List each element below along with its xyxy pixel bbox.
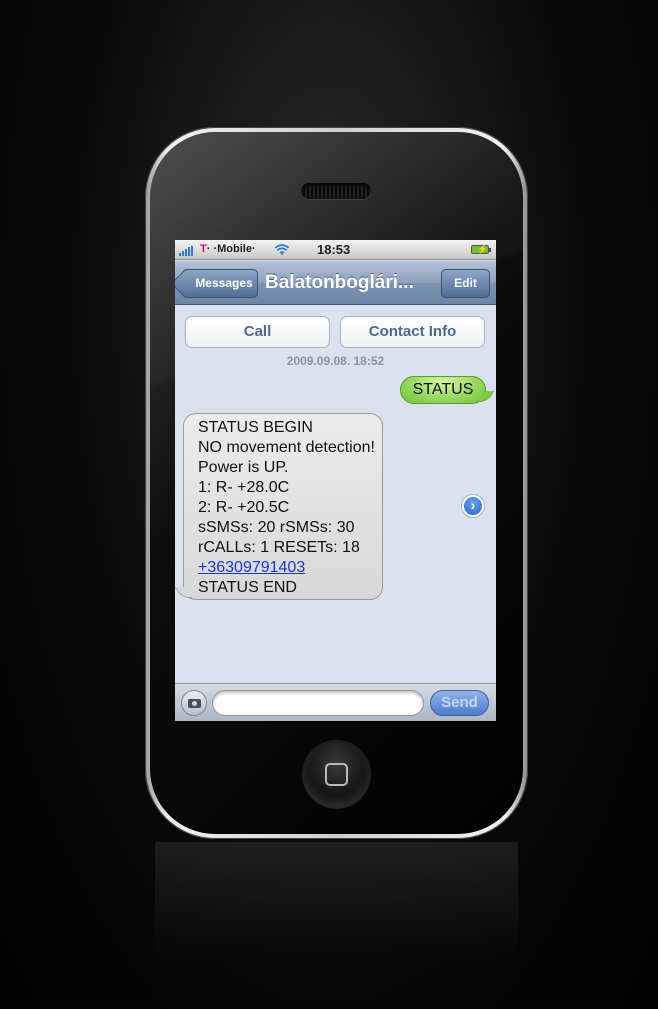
- sent-message-bubble[interactable]: STATUS: [400, 376, 486, 404]
- message-input[interactable]: [212, 690, 424, 716]
- signal-bars-icon: [179, 246, 193, 256]
- message-line: STATUS END: [198, 579, 297, 596]
- home-button[interactable]: [303, 741, 370, 808]
- back-button-label: Messages: [195, 276, 253, 290]
- battery-charging-icon: ⚡: [471, 244, 491, 254]
- home-square-icon: [325, 763, 348, 786]
- message-line: 1: R- +28.0C: [198, 479, 290, 496]
- phone-reflection: [155, 842, 518, 992]
- carrier-label: · ·Mobile·: [206, 243, 256, 255]
- carrier-logo: T: [200, 243, 207, 255]
- earpiece-speaker: [301, 183, 371, 199]
- call-button[interactable]: Call: [185, 316, 330, 348]
- status-bar: T· ·Mobile· 18:53 ⚡: [175, 240, 496, 260]
- camera-button[interactable]: [181, 690, 207, 716]
- messages-back-button[interactable]: Messages: [182, 269, 258, 298]
- message-line: Power is UP.: [198, 459, 289, 476]
- message-line: STATUS BEGIN: [198, 419, 313, 436]
- camera-icon: [188, 699, 201, 708]
- device-stage: T· ·Mobile· 18:53 ⚡ Messages Balatonbogl…: [0, 0, 658, 1009]
- wifi-icon: [274, 244, 290, 255]
- messages-screen: T· ·Mobile· 18:53 ⚡ Messages Balatonbogl…: [175, 240, 496, 721]
- message-timestamp: 2009.09.08. 18:52: [286, 354, 385, 368]
- phone-number-link[interactable]: +36309791403: [198, 558, 382, 578]
- edit-button[interactable]: Edit: [441, 269, 490, 298]
- conversation-title: Balatonboglári...: [265, 272, 414, 293]
- status-time: 18:53: [317, 242, 351, 257]
- navigation-bar: Messages Balatonboglári... Edit: [175, 261, 496, 305]
- message-line: rCALLs: 1 RESETs: 18: [198, 539, 360, 556]
- contact-info-button[interactable]: Contact Info: [340, 316, 485, 348]
- message-line: sSMSs: 20 rSMSs: 30: [198, 519, 355, 536]
- message-line: 2: R- +20.5C: [198, 499, 290, 516]
- message-composer: Send: [175, 683, 496, 721]
- received-message-bubble[interactable]: STATUS BEGIN NO movement detection! Powe…: [183, 413, 383, 600]
- carrier-name: T· ·Mobile·: [200, 243, 256, 255]
- message-line: NO movement detection!: [198, 439, 375, 456]
- chevron-right-circle-icon[interactable]: ›: [462, 495, 484, 517]
- send-button[interactable]: Send: [430, 690, 489, 716]
